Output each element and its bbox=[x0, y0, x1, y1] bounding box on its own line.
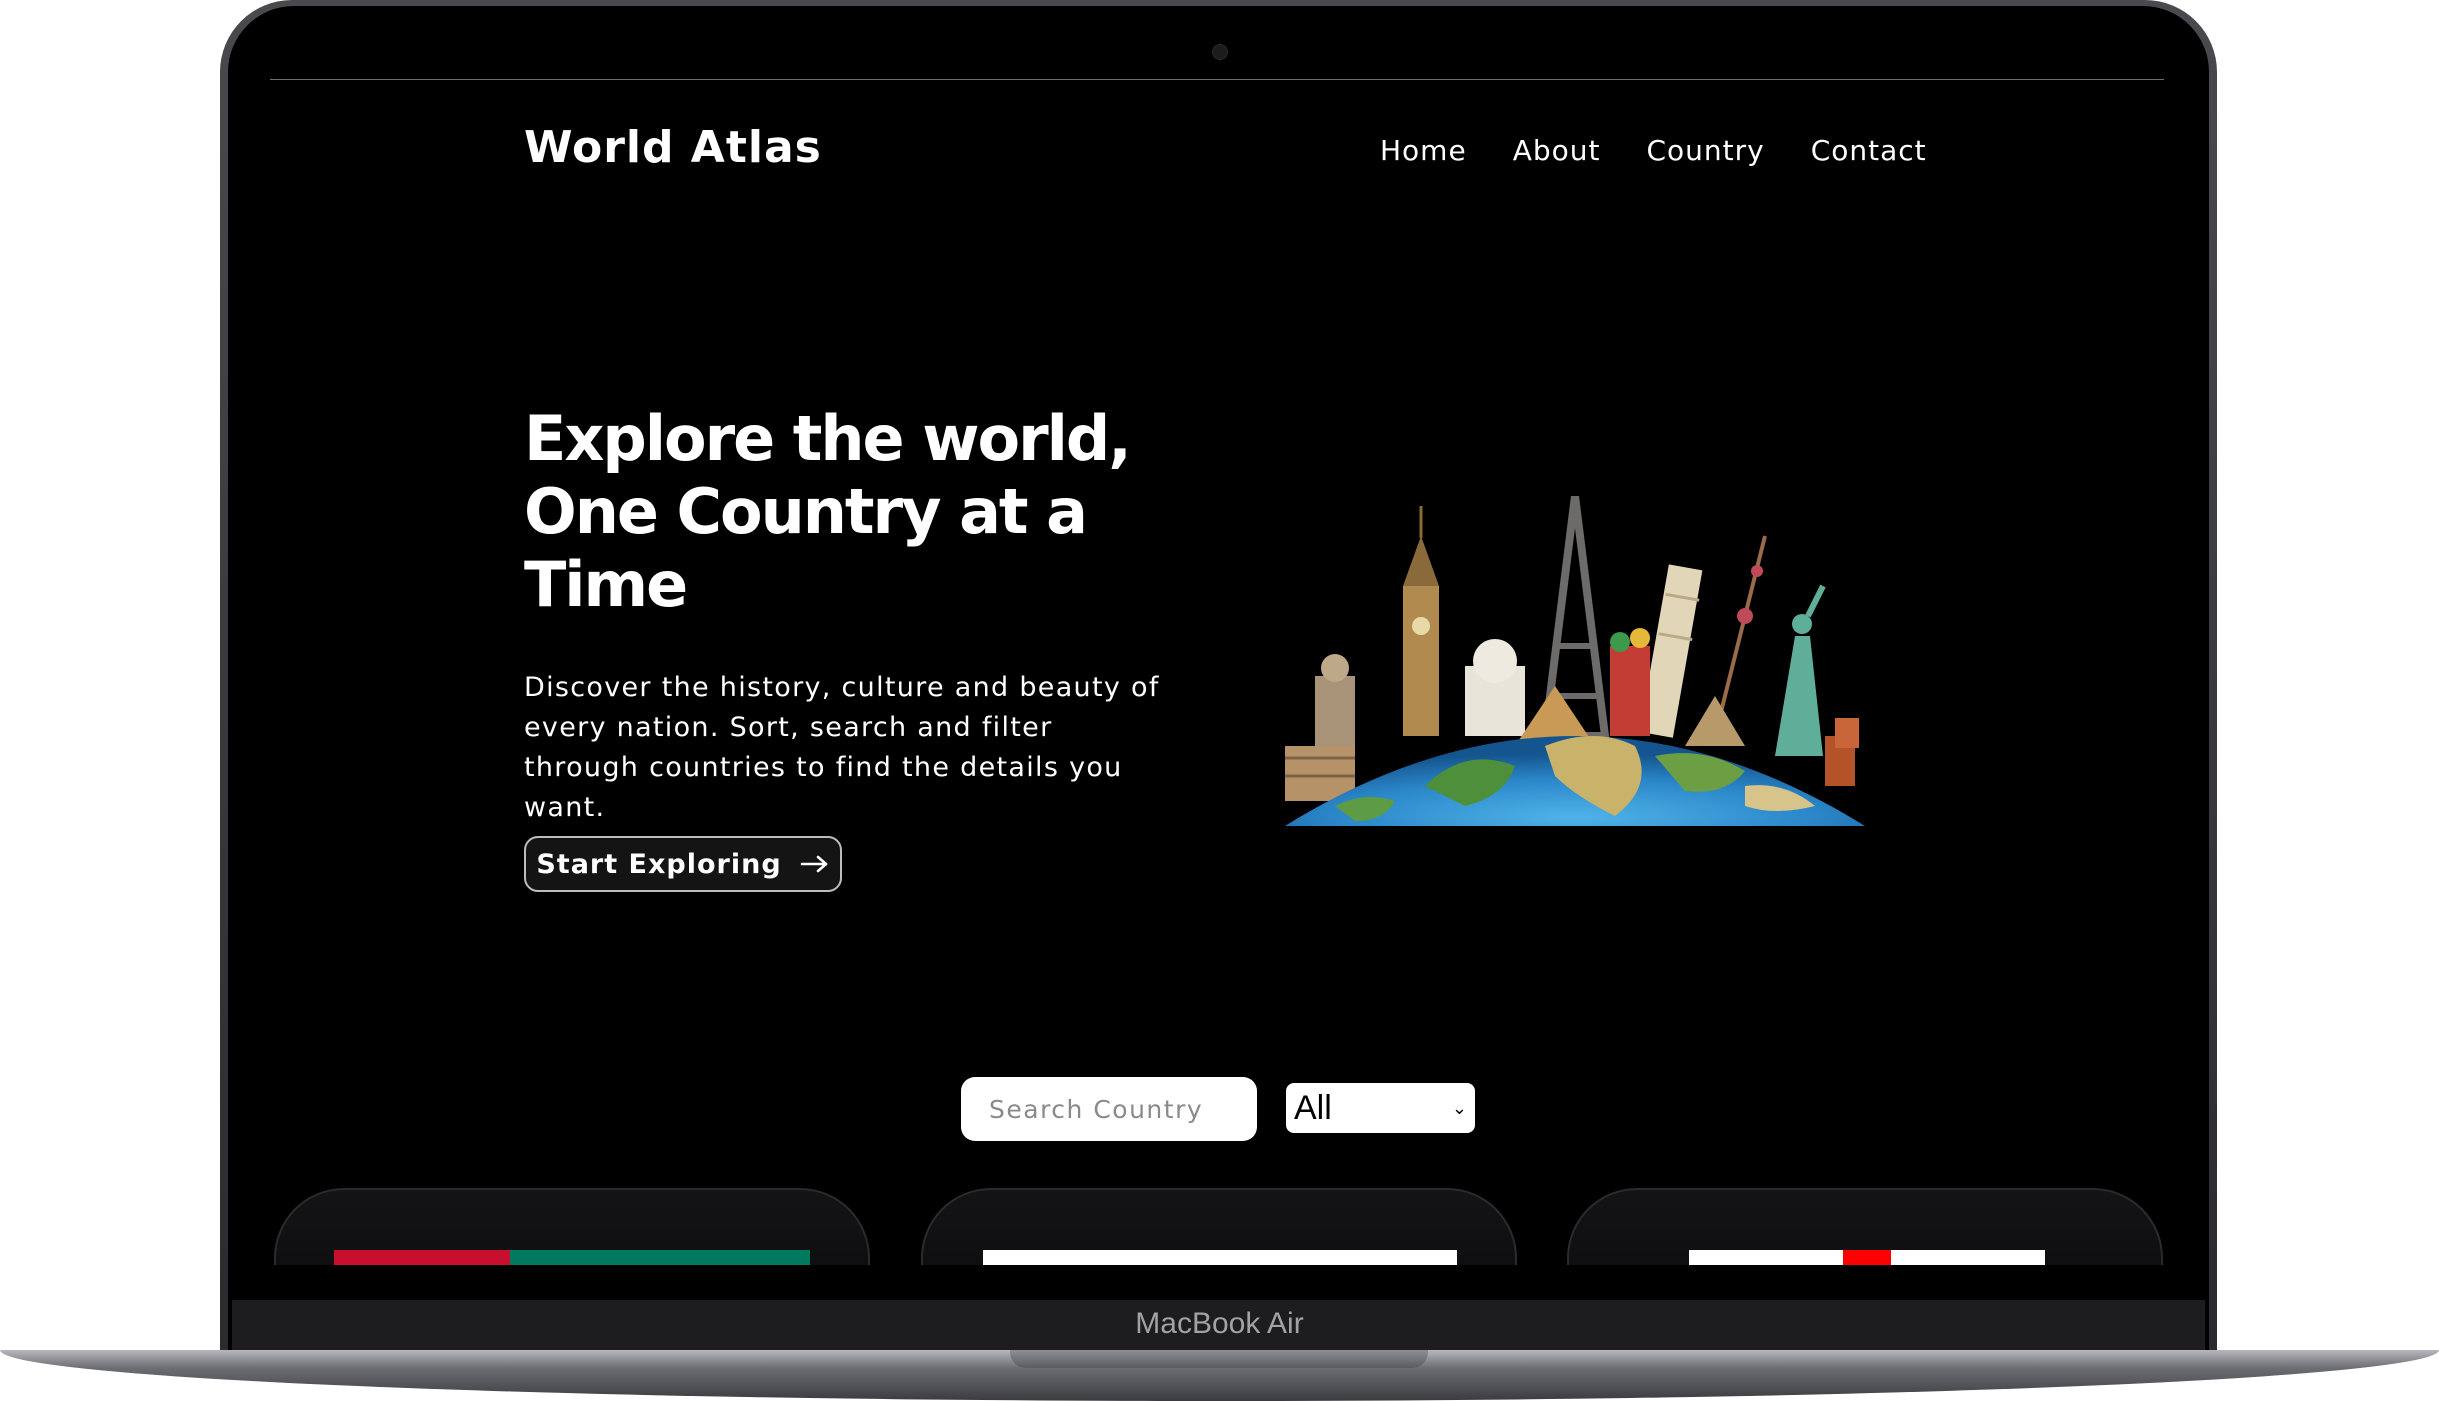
country-flag bbox=[334, 1250, 810, 1265]
region-filter-select[interactable]: All ⌄ bbox=[1286, 1083, 1475, 1133]
nav-about[interactable]: About bbox=[1513, 134, 1601, 167]
nav-contact[interactable]: Contact bbox=[1811, 134, 1927, 167]
country-flag bbox=[1689, 1250, 2045, 1265]
search-country-input[interactable] bbox=[961, 1077, 1257, 1141]
camera-icon bbox=[1212, 44, 1228, 60]
country-card[interactable] bbox=[274, 1188, 870, 1265]
country-card[interactable] bbox=[1567, 1188, 2163, 1265]
hero-title: Explore the world, One Country at a Time bbox=[524, 402, 1132, 621]
country-card[interactable] bbox=[921, 1188, 1517, 1265]
start-exploring-label: Start Exploring bbox=[536, 848, 782, 880]
main-nav: Home About Country Contact bbox=[1380, 134, 1927, 167]
arrow-right-icon bbox=[800, 855, 827, 873]
chevron-down-icon: ⌄ bbox=[1451, 1097, 1467, 1118]
hero-description: Discover the history, culture and beauty… bbox=[524, 672, 1160, 823]
device-label: MacBook Air bbox=[1135, 1307, 1304, 1340]
start-exploring-button[interactable]: Start Exploring bbox=[524, 836, 842, 892]
world-landmarks-illustration bbox=[1285, 496, 1865, 826]
site-logo[interactable]: World Atlas bbox=[524, 122, 822, 173]
nav-country[interactable]: Country bbox=[1646, 134, 1764, 167]
laptop-hinge-notch bbox=[1010, 1350, 1428, 1368]
country-flag bbox=[983, 1250, 1457, 1265]
browser-viewport: World Atlas Home About Country Contact E… bbox=[232, 80, 2205, 1265]
region-filter-value: All bbox=[1294, 1088, 1332, 1127]
nav-home[interactable]: Home bbox=[1380, 134, 1467, 167]
